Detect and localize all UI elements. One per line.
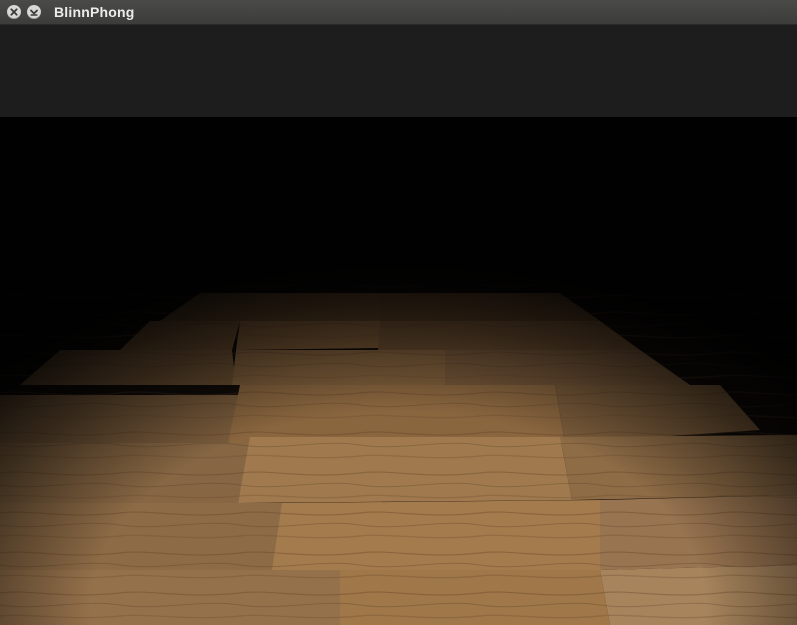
minimize-icon: [30, 9, 38, 16]
render-viewport[interactable]: [0, 25, 797, 625]
close-button[interactable]: [7, 5, 21, 19]
window-title: BlinnPhong: [54, 4, 135, 20]
wood-floor-render: [0, 117, 797, 625]
application-window: BlinnPhong: [0, 0, 797, 625]
title-bar[interactable]: BlinnPhong: [0, 0, 797, 25]
close-icon: [10, 8, 18, 16]
minimize-button[interactable]: [27, 5, 41, 19]
